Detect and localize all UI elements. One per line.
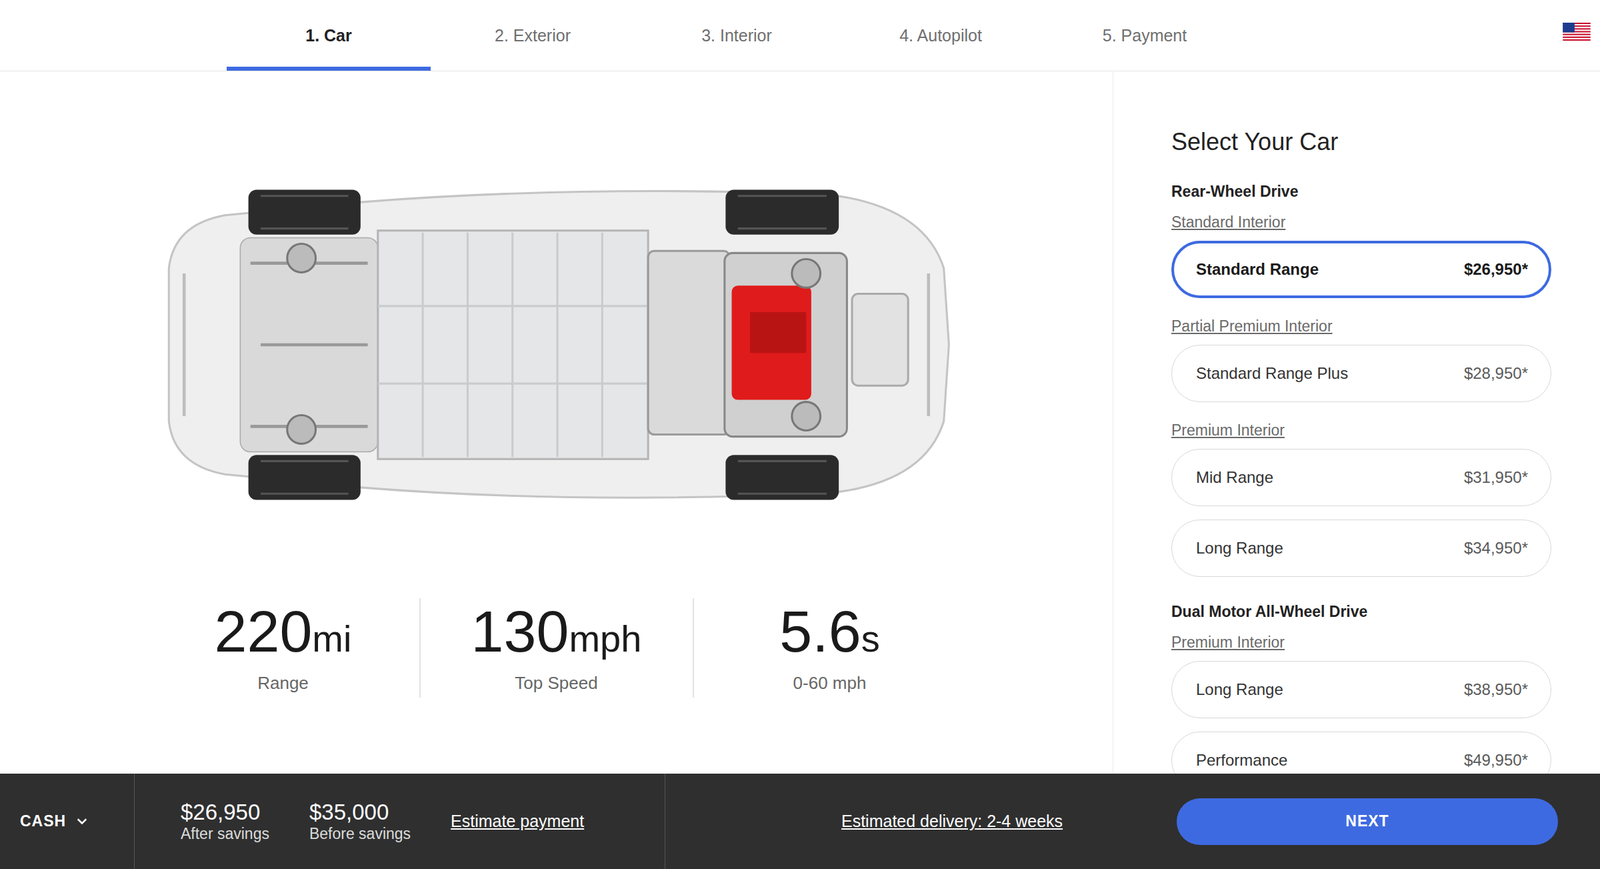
trim-option[interactable]: Long Range $34,950*: [1171, 519, 1552, 577]
interior-section: Standard Interior Standard Range $26,950*: [1171, 200, 1552, 298]
stat-value: 130mph: [471, 602, 642, 661]
chevron-down-icon: [76, 818, 88, 825]
stat-label: Range: [257, 672, 309, 694]
option-name: Performance: [1196, 750, 1288, 770]
stat: 130mph Top Speed: [419, 598, 693, 698]
option-price: $28,950*: [1464, 364, 1528, 383]
interior-link[interactable]: Premium Interior: [1171, 420, 1552, 440]
delivery-area: Estimated delivery: 2-4 weeksNEXT: [665, 773, 1600, 869]
interior-link[interactable]: Standard Interior: [1171, 212, 1552, 232]
step-tab[interactable]: 4. Autopilot: [838, 0, 1043, 71]
drive-group: Rear-Wheel DriveStandard InteriorStandar…: [1171, 182, 1552, 577]
price-item: $26,950After savings: [180, 799, 270, 843]
option-name: Standard Range: [1196, 260, 1319, 279]
trim-option[interactable]: Mid Range $31,950*: [1171, 448, 1552, 506]
option-price: $26,950*: [1464, 260, 1528, 279]
trim-option[interactable]: Standard Range $26,950*: [1171, 240, 1552, 298]
trim-option[interactable]: Standard Range Plus $28,950*: [1171, 344, 1552, 402]
delivery-link[interactable]: Estimated delivery: 2-4 weeks: [841, 811, 1177, 831]
us-flag-icon[interactable]: [1562, 22, 1591, 41]
option-price: $49,950*: [1464, 750, 1528, 770]
trim-option[interactable]: Performance $49,950*: [1171, 731, 1552, 774]
stats-row: 220mi Range 130mph Top Speed 5.6s 0-60 mph: [147, 598, 966, 698]
option-name: Long Range: [1196, 538, 1284, 558]
interior-section: Premium Interior Mid Range $31,950* Long Ra…: [1171, 402, 1552, 577]
stat-label: Top Speed: [514, 672, 598, 694]
chassis-icon: [158, 181, 954, 508]
option-name: Standard Range Plus: [1196, 364, 1348, 383]
option-name: Long Range: [1196, 680, 1284, 699]
stat: 5.6s 0-60 mph: [692, 598, 966, 698]
step-tab[interactable]: 3. Interior: [634, 0, 839, 71]
payment-type-dropdown[interactable]: CASH: [0, 773, 135, 869]
car-view: 220mi Range 130mph Top Speed 5.6s 0-60 mph: [0, 71, 1114, 774]
stat-value: 220mi: [214, 602, 352, 661]
trim-option[interactable]: Long Range $38,950*: [1171, 660, 1552, 718]
interior-section: Premium Interior Long Range $38,950* Perfor…: [1171, 620, 1552, 774]
group-title: Dual Motor All-Wheel Drive: [1171, 602, 1552, 621]
option-name: Mid Range: [1196, 468, 1274, 487]
price-summary: $26,950After savings $35,000Before saving…: [134, 773, 666, 869]
car-image: [158, 71, 954, 598]
option-price: $31,950*: [1464, 468, 1528, 487]
next-button[interactable]: NEXT: [1176, 798, 1558, 845]
interior-link[interactable]: Partial Premium Interior: [1171, 316, 1552, 336]
drive-group: Dual Motor All-Wheel DrivePremium Interi…: [1171, 602, 1552, 774]
bottom-bar: CASH $26,950After savings $35,000Before sa…: [0, 773, 1600, 869]
price-item: $35,000Before savings: [309, 799, 411, 843]
step-tab[interactable]: 2. Exterior: [430, 0, 635, 71]
main-area: 220mi Range 130mph Top Speed 5.6s 0-60 mph Sel…: [0, 71, 1600, 774]
panel-title: Select Your Car: [1171, 127, 1552, 157]
stat-label: 0-60 mph: [793, 672, 867, 694]
stat: 220mi Range: [147, 598, 420, 698]
select-panel: Select Your CarRear-Wheel DriveStandard …: [1113, 71, 1600, 774]
configurator-page: 1. Car2. Exterior3. Interior4. Autopilot…: [0, 0, 1600, 869]
interior-link[interactable]: Premium Interior: [1171, 632, 1552, 652]
option-price: $34,950*: [1464, 538, 1528, 558]
group-title: Rear-Wheel Drive: [1171, 182, 1552, 201]
step-tabs: 1. Car2. Exterior3. Interior4. Autopilot…: [0, 0, 1247, 71]
option-price: $38,950*: [1464, 680, 1528, 699]
stat-value: 5.6s: [779, 602, 880, 661]
step-nav: 1. Car2. Exterior3. Interior4. Autopilot…: [0, 0, 1600, 72]
step-tab[interactable]: 5. Payment: [1042, 0, 1247, 71]
interior-section: Partial Premium Interior Standard Range P…: [1171, 298, 1552, 402]
estimate-payment-link[interactable]: Estimate payment: [450, 811, 584, 831]
step-tab[interactable]: 1. Car: [226, 0, 431, 71]
